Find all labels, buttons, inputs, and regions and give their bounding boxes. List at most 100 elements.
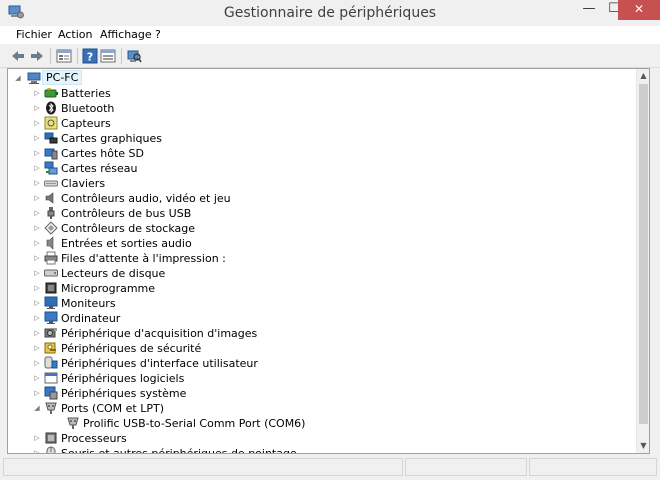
- properties-icon[interactable]: [56, 48, 72, 64]
- keyboard-icon: [44, 180, 58, 187]
- tree-item-label: Périphériques d'interface utilisateur: [61, 357, 258, 370]
- tree-item-label: Périphériques logiciels: [61, 372, 185, 385]
- expand-arrow-icon[interactable]: ◢: [14, 74, 22, 83]
- expand-arrow-icon[interactable]: ▷: [33, 224, 41, 233]
- tree-category-item[interactable]: ▷ Entrées et sorties audio: [8, 236, 638, 251]
- tree-category-item[interactable]: ▷ Cartes réseau: [8, 161, 638, 176]
- tree-root[interactable]: ◢ PC-FC: [8, 70, 638, 86]
- tree-category-item[interactable]: ▷ Batteries: [8, 86, 638, 101]
- toolbar-separator: [77, 48, 78, 64]
- status-cell-right: [529, 458, 657, 476]
- tree-item-label: Moniteurs: [61, 297, 116, 310]
- tree-item-label: Périphériques système: [61, 387, 187, 400]
- tree-category-item[interactable]: ◢ Ports (COM et LPT): [8, 401, 638, 416]
- expand-arrow-icon[interactable]: ▷: [33, 299, 41, 308]
- network-adapter-icon: [44, 161, 58, 175]
- svg-text:?: ?: [87, 51, 93, 64]
- tree-category-item[interactable]: ▷ Contrôleurs de bus USB: [8, 206, 638, 221]
- audio-io-icon: [46, 236, 54, 250]
- tree-category-item[interactable]: ▷ Contrôleurs audio, vidéo et jeu: [8, 191, 638, 206]
- view-icon[interactable]: [100, 48, 116, 64]
- port-icon: [45, 402, 57, 414]
- tree-item-label: Bluetooth: [61, 102, 115, 115]
- processor-icon: [45, 432, 57, 444]
- tree-item-label: Ordinateur: [61, 312, 121, 325]
- expand-arrow-icon[interactable]: ▷: [33, 359, 41, 368]
- expand-arrow-icon[interactable]: ▷: [33, 449, 41, 453]
- close-button[interactable]: ✕: [618, 0, 660, 20]
- tree-item-label: Batteries: [61, 87, 111, 100]
- expand-arrow-icon[interactable]: ▷: [33, 149, 41, 158]
- tree-category-item[interactable]: ▷ Périphériques d'interface utilisateur: [8, 356, 638, 371]
- tree-category-item[interactable]: ▷ Contrôleurs de stockage: [8, 221, 638, 236]
- status-bar: [0, 456, 660, 480]
- back-arrow-icon[interactable]: [10, 48, 26, 64]
- tree-category-item[interactable]: ▷ Processeurs: [8, 431, 638, 446]
- menu-bar: Fichier Action Affichage ?: [0, 26, 660, 44]
- expand-arrow-icon[interactable]: ▷: [33, 434, 41, 443]
- tree-item-label: Cartes graphiques: [61, 132, 162, 145]
- tree-category-item[interactable]: ▷ Périphériques logiciels: [8, 371, 638, 386]
- tree-category-item[interactable]: ▷ Claviers: [8, 176, 638, 191]
- storage-controller-icon: [44, 221, 58, 235]
- expand-arrow-icon[interactable]: ▷: [33, 284, 41, 293]
- help-icon[interactable]: ?: [82, 48, 98, 64]
- expand-arrow-icon[interactable]: ▷: [33, 179, 41, 188]
- expand-arrow-icon[interactable]: ▷: [33, 134, 41, 143]
- toolbar-separator: [121, 48, 122, 64]
- tree-category-item[interactable]: ▷ Cartes hôte SD: [8, 146, 638, 161]
- computer-icon: [27, 72, 41, 84]
- forward-arrow-icon[interactable]: [29, 48, 45, 64]
- expand-arrow-icon[interactable]: ▷: [33, 164, 41, 173]
- battery-icon: [44, 88, 58, 98]
- tree-category-item[interactable]: ▷ Lecteurs de disque: [8, 266, 638, 281]
- tree-category-item[interactable]: ▷ Files d'attente à l'impression :: [8, 251, 638, 266]
- expand-arrow-icon[interactable]: ▷: [33, 239, 41, 248]
- expand-arrow-icon[interactable]: ▷: [33, 209, 41, 218]
- expand-arrow-icon[interactable]: ▷: [33, 389, 41, 398]
- tree-item-label: Contrôleurs de stockage: [61, 222, 195, 235]
- tree-category-item[interactable]: ▷ Souris et autres périphériques de point…: [8, 446, 638, 453]
- security-device-icon: [44, 342, 56, 354]
- expand-arrow-icon[interactable]: ▷: [33, 194, 41, 203]
- expand-arrow-icon[interactable]: ▷: [33, 329, 41, 338]
- scrollbar-thumb[interactable]: [639, 84, 648, 424]
- expand-arrow-icon[interactable]: ▷: [33, 254, 41, 263]
- port-icon: [67, 417, 79, 429]
- tree-category-item[interactable]: ▷ Cartes graphiques: [8, 131, 638, 146]
- expand-arrow-icon[interactable]: ▷: [33, 119, 41, 128]
- menu-view[interactable]: Affichage: [100, 28, 152, 41]
- tree-category-item[interactable]: ▷ Bluetooth: [8, 101, 638, 116]
- usb-icon: [47, 207, 55, 219]
- tree-root-label: PC-FC: [42, 70, 83, 85]
- scroll-down-icon[interactable]: ▼: [637, 439, 649, 453]
- vertical-scrollbar[interactable]: ▲ ▼: [636, 69, 649, 453]
- imaging-device-icon: [44, 328, 57, 338]
- tree-category-item[interactable]: ▷ Périphériques système: [8, 386, 638, 401]
- menu-action[interactable]: Action: [58, 28, 92, 41]
- expand-arrow-icon[interactable]: ▷: [33, 104, 41, 113]
- menu-help[interactable]: ?: [155, 28, 161, 41]
- printer-icon: [44, 251, 58, 265]
- tree-category-item[interactable]: ▷ Capteurs: [8, 116, 638, 131]
- expand-arrow-icon[interactable]: ▷: [33, 374, 41, 383]
- tree-category-item[interactable]: ▷ Moniteurs: [8, 296, 638, 311]
- minimize-button[interactable]: —: [576, 0, 602, 20]
- tree-item-label: Entrées et sorties audio: [61, 237, 192, 250]
- tree-category-item[interactable]: ▷ Périphérique d'acquisition d'images: [8, 326, 638, 341]
- expand-arrow-icon[interactable]: ▷: [33, 89, 41, 98]
- device-tree[interactable]: ◢ PC-FC ▷ Batteries ▷ Bluetooth ▷ Capteurs ▷ Ca…: [7, 68, 650, 454]
- expand-arrow-icon[interactable]: ▷: [33, 314, 41, 323]
- expand-arrow-icon[interactable]: ▷: [33, 344, 41, 353]
- tree-category-item[interactable]: ▷ Ordinateur: [8, 311, 638, 326]
- menu-file[interactable]: Fichier: [16, 28, 52, 41]
- audio-icon: [45, 192, 54, 204]
- tree-child-item[interactable]: Prolific USB-to-Serial Comm Port (COM6): [8, 416, 638, 431]
- scroll-up-icon[interactable]: ▲: [637, 69, 649, 83]
- tree-category-item[interactable]: ▷ Périphériques de sécurité: [8, 341, 638, 356]
- scan-hardware-icon[interactable]: [126, 48, 142, 64]
- collapse-arrow-icon[interactable]: ◢: [33, 404, 41, 413]
- expand-arrow-icon[interactable]: ▷: [33, 269, 41, 278]
- tree-item-label: Prolific USB-to-Serial Comm Port (COM6): [83, 417, 306, 430]
- tree-category-item[interactable]: ▷ Microprogramme: [8, 281, 638, 296]
